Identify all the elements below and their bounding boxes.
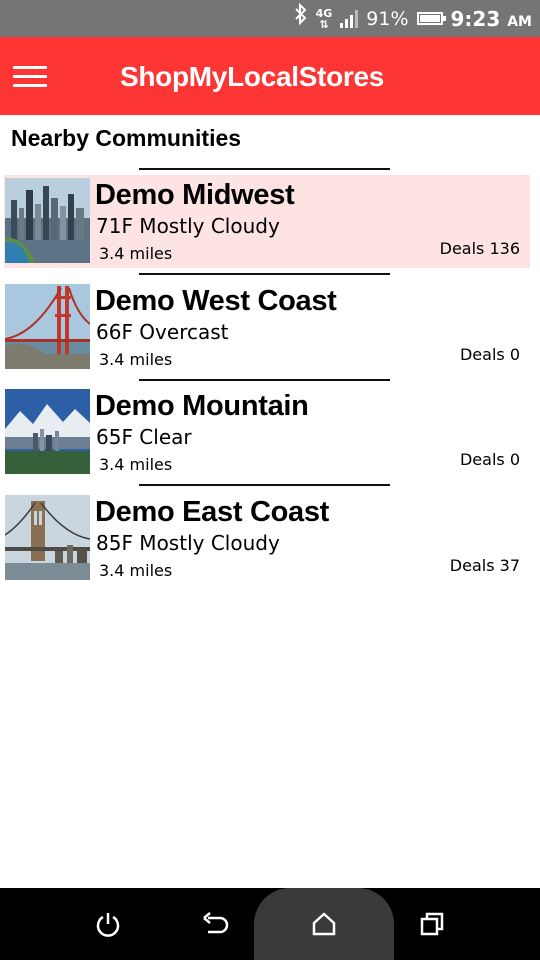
list-divider: [139, 273, 390, 275]
community-weather: 85F Mostly Cloudy: [96, 531, 280, 555]
community-item-demo-midwest[interactable]: Demo Midwest 71F Mostly Cloudy 3.4 miles…: [4, 175, 530, 268]
community-weather: 65F Clear: [96, 425, 192, 449]
community-deals: Deals 0: [459, 450, 520, 469]
back-icon[interactable]: [186, 888, 246, 960]
community-deals: Deals 136: [439, 239, 520, 258]
battery-percent: 91%: [366, 7, 409, 30]
community-thumbnail-chicago: [5, 178, 90, 263]
status-icons: 4G ⇅ 91% 9:23 AM: [294, 0, 532, 37]
community-name: Demo East Coast: [95, 496, 330, 528]
network-type-icon: 4G ⇅: [315, 6, 333, 31]
bluetooth-icon: [294, 0, 308, 37]
community-name: Demo Midwest: [95, 179, 295, 211]
section-title: Nearby Communities: [11, 125, 242, 151]
community-thumbnail-golden-gate: [5, 284, 90, 369]
system-nav-bar: [0, 888, 540, 960]
clock: 9:23 AM: [450, 6, 533, 31]
list-divider: [139, 379, 390, 381]
battery-icon: [416, 12, 446, 25]
community-item-demo-mountain[interactable]: Demo Mountain 65F Clear 3.4 miles Deals …: [4, 386, 530, 479]
community-distance: 3.4 miles: [99, 244, 173, 263]
community-distance: 3.4 miles: [99, 350, 173, 369]
status-bar: 4G ⇅ 91% 9:23 AM: [0, 0, 540, 37]
community-deals: Deals 37: [449, 556, 520, 575]
recent-apps-icon[interactable]: [402, 888, 462, 960]
community-thumbnail-brooklyn-bridge: [5, 495, 90, 580]
community-weather: 66F Overcast: [96, 320, 229, 344]
community-thumbnail-denver: [5, 389, 90, 474]
community-weather: 71F Mostly Cloudy: [96, 214, 280, 238]
community-item-demo-east-coast[interactable]: Demo East Coast 85F Mostly Cloudy 3.4 mi…: [4, 492, 530, 585]
community-distance: 3.4 miles: [99, 455, 173, 474]
community-distance: 3.4 miles: [99, 561, 173, 580]
community-item-demo-west-coast[interactable]: Demo West Coast 66F Overcast 3.4 miles D…: [4, 281, 530, 374]
app-title: ShopMyLocalStores: [120, 61, 385, 92]
list-divider: [139, 484, 390, 486]
hamburger-menu-icon[interactable]: [13, 66, 47, 88]
app-toolbar: ShopMyLocalStores: [0, 37, 540, 115]
power-icon[interactable]: [78, 888, 138, 960]
home-icon[interactable]: [294, 888, 354, 960]
community-deals: Deals 0: [459, 345, 520, 364]
list-divider: [139, 168, 390, 170]
community-name: Demo West Coast: [95, 285, 337, 317]
signal-strength-icon: [340, 9, 359, 28]
community-name: Demo Mountain: [95, 390, 309, 422]
